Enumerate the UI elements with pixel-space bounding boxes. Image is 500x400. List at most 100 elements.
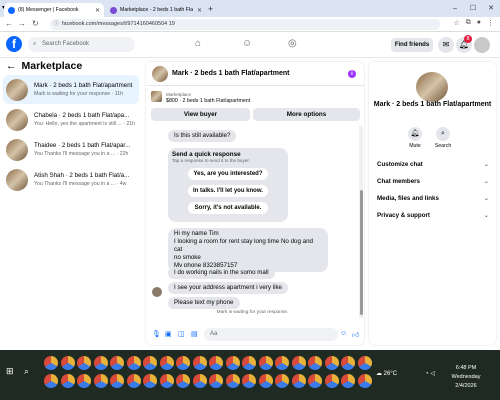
taskbar-app-icon[interactable] — [77, 356, 91, 370]
find-friends-button[interactable]: Find friends — [391, 38, 433, 52]
taskbar-app-icon[interactable] — [308, 356, 322, 370]
taskbar-app-icon[interactable] — [110, 374, 124, 388]
close-window-button[interactable]: ✕ — [482, 0, 500, 17]
conversation-item[interactable]: Mark · 2 beds 1 bath Flat/apartment Mark… — [3, 75, 139, 104]
network-icon[interactable]: ◔ — [425, 371, 429, 377]
conversation-item[interactable]: Chabela · 2 beds 1 bath Flat/apa... You:… — [3, 105, 139, 134]
profile-icon[interactable]: ● — [477, 19, 481, 27]
more-options-button[interactable]: More options — [253, 108, 360, 121]
taskbar-app-icon[interactable] — [192, 374, 207, 388]
message-input[interactable]: Aa — [204, 328, 338, 341]
new-tab-button[interactable]: + — [208, 4, 213, 14]
taskbar-app-icon[interactable] — [176, 374, 190, 388]
account-avatar[interactable] — [474, 37, 490, 53]
section-privacy-support[interactable]: Privacy & support ⌄ — [377, 212, 489, 219]
chat-title[interactable]: Mark · 2 beds 1 bath Flat/apartment — [172, 70, 289, 77]
taskbar-app-icon[interactable] — [357, 374, 372, 388]
thumbs-up-icon[interactable]: 👍︎ — [352, 330, 359, 339]
site-info-icon[interactable]: ⓘ — [54, 19, 59, 30]
taskbar-app-icon[interactable] — [93, 374, 108, 388]
taskbar-app-icon[interactable] — [126, 356, 141, 370]
taskbar-app-icon[interactable] — [60, 356, 75, 370]
emoji-icon[interactable]: ☺ — [340, 330, 347, 337]
taskbar-app-icon[interactable] — [291, 374, 306, 388]
taskbar-app-icon[interactable] — [110, 356, 124, 370]
quick-response-option[interactable]: Sorry, it's not available. — [188, 202, 268, 214]
tab-close-icon[interactable]: ✕ — [197, 7, 202, 14]
extensions-icon[interactable]: ⧉ — [466, 19, 471, 27]
friends-icon[interactable]: ☺ — [242, 38, 252, 49]
back-arrow-icon[interactable]: ← — [6, 60, 17, 72]
quick-response-option[interactable]: Yes, are you interested? — [188, 168, 268, 180]
taskbar-app-icon[interactable] — [258, 356, 273, 370]
taskbar-app-icon[interactable] — [93, 356, 108, 370]
search-icon[interactable]: ⌕ — [24, 366, 29, 377]
tab-close-icon[interactable]: ✕ — [95, 7, 100, 14]
microphone-icon[interactable]: 🎙︎ — [152, 330, 161, 338]
facebook-search-input[interactable]: ⌕ Search Facebook — [28, 37, 135, 52]
back-icon[interactable]: ← — [5, 19, 13, 28]
taskbar-app-icon[interactable] — [209, 356, 223, 370]
sticker-icon[interactable]: ◫ — [178, 330, 185, 338]
chat-avatar[interactable] — [152, 66, 168, 82]
groups-icon[interactable]: ◎ — [288, 38, 297, 49]
mute-button[interactable]: 🔔︎ Mute — [400, 127, 430, 149]
section-media-files-links[interactable]: Media, files and links ⌄ — [377, 195, 489, 202]
bookmark-star-icon[interactable]: ☆ — [453, 19, 459, 27]
taskbar-app-icon[interactable] — [159, 356, 174, 370]
volume-icon[interactable]: ◁ — [430, 371, 435, 377]
taskbar-app-icon[interactable] — [242, 374, 256, 388]
taskbar-app-icon[interactable] — [225, 356, 240, 370]
taskbar-app-icon[interactable] — [143, 356, 157, 370]
taskbar-app-icon[interactable] — [242, 356, 256, 370]
taskbar-app-icon[interactable] — [143, 374, 157, 388]
taskbar-app-icon[interactable] — [60, 374, 75, 388]
listing-bar[interactable]: Marketplace $800 · 2 beds 1 bath Flat/ap… — [146, 88, 364, 108]
taskbar-app-icon[interactable] — [77, 374, 91, 388]
taskbar-app-icon[interactable] — [44, 374, 58, 388]
facebook-logo-icon[interactable]: f — [6, 36, 22, 52]
taskbar-app-icon[interactable] — [341, 356, 355, 370]
taskbar-app-icon[interactable] — [176, 356, 190, 370]
reload-icon[interactable]: ↻ — [32, 19, 39, 28]
gif-icon[interactable]: ▤ — [191, 330, 198, 338]
taskbar-app-icon[interactable] — [209, 374, 223, 388]
start-icon[interactable]: ⊞ — [6, 366, 14, 377]
chat-scrollbar-thumb[interactable] — [360, 190, 363, 315]
home-icon[interactable]: ⌂ — [195, 38, 201, 49]
section-chat-members[interactable]: Chat members ⌄ — [377, 178, 489, 185]
messenger-icon[interactable]: ✉ — [438, 37, 454, 53]
browser-menu-icon[interactable]: ⋮ — [487, 19, 494, 27]
conversation-item[interactable]: Atish Shah · 2 beds 1 bath Flat/a... You… — [3, 165, 139, 194]
weather-widget[interactable]: ☁ 26°C — [376, 370, 397, 377]
taskbar-clock[interactable]: 6:48 PM Wednesday 2/4/2026 — [450, 364, 482, 391]
taskbar-app-icon[interactable] — [341, 374, 355, 388]
view-buyer-button[interactable]: View buyer — [151, 108, 250, 121]
tab-messenger[interactable]: (8) Messenger | Facebook ✕ — [4, 3, 104, 17]
taskbar-app-icon[interactable] — [126, 374, 141, 388]
forward-icon[interactable]: → — [18, 19, 26, 28]
conversation-item[interactable]: Thaidee · 2 beds 1 bath Flat/apar... You… — [3, 135, 139, 164]
taskbar-app-icon[interactable] — [324, 356, 339, 370]
taskbar-app-icon[interactable] — [258, 374, 273, 388]
taskbar-app-icon[interactable] — [159, 374, 174, 388]
url-field[interactable]: ⓘ facebook.com/messages/t/9714160460504 … — [50, 19, 440, 30]
taskbar-app-icon[interactable] — [275, 374, 289, 388]
minimize-button[interactable]: – — [446, 0, 464, 17]
search-conversation-button[interactable]: ⌕ Search — [428, 127, 458, 149]
taskbar-app-icon[interactable] — [308, 374, 322, 388]
taskbar-app-icon[interactable] — [192, 356, 207, 370]
section-customize-chat[interactable]: Customize chat ⌄ — [377, 161, 489, 168]
info-icon[interactable]: i — [348, 70, 356, 78]
taskbar-app-icon[interactable] — [225, 374, 240, 388]
maximize-button[interactable]: ☐ — [464, 0, 482, 17]
taskbar-app-icon[interactable] — [357, 356, 372, 370]
quick-response-option[interactable]: In talks. I'll let you know. — [188, 185, 268, 197]
taskbar-app-icon[interactable] — [275, 356, 289, 370]
tab-marketplace[interactable]: Marketplace - 2 beds 1 bath Fla ✕ — [106, 3, 206, 17]
taskbar-app-icon[interactable] — [291, 356, 306, 370]
taskbar-app-icon[interactable] — [44, 356, 58, 370]
photo-icon[interactable]: ▣ — [165, 330, 172, 338]
taskbar-app-icon[interactable] — [324, 374, 339, 388]
section-label: Customize chat — [377, 161, 423, 168]
